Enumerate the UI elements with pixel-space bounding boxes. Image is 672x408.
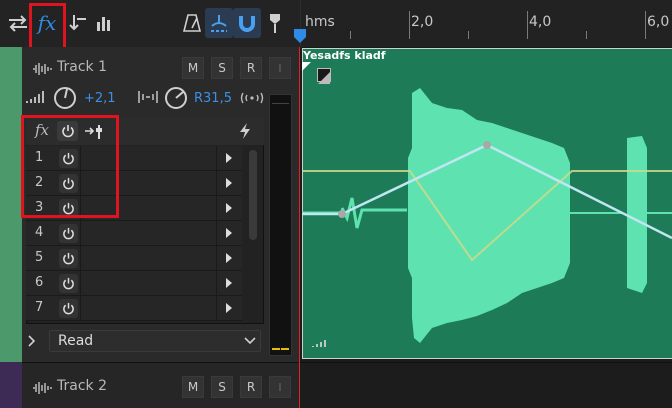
- fade-icon: [318, 72, 330, 84]
- ruler-tick: [645, 11, 646, 39]
- ruler-tick: [409, 11, 410, 39]
- fx-slot-number: 6: [35, 275, 44, 290]
- solo-button[interactable]: S: [211, 376, 233, 398]
- triangle-right-icon[interactable]: [225, 277, 233, 289]
- triangle-right-icon[interactable]: [225, 152, 233, 164]
- triangle-right-icon[interactable]: [225, 302, 233, 314]
- meter-divider: [272, 103, 289, 104]
- divider: [216, 246, 217, 271]
- divider: [80, 271, 81, 296]
- pan-value[interactable]: R31,5: [194, 91, 232, 106]
- track1-color-stripe: [0, 47, 22, 362]
- ruler-label: 6,0: [647, 14, 670, 30]
- pan-icon: [138, 91, 158, 103]
- clip-level-icon: [312, 340, 326, 347]
- track2-lane[interactable]: [300, 362, 672, 408]
- automation-mode-value: Read: [58, 333, 94, 349]
- fx-slot[interactable]: 7: [26, 296, 242, 321]
- fx-slot-power-button[interactable]: [59, 299, 78, 318]
- track2-color-stripe: [0, 362, 22, 408]
- divider: [80, 246, 81, 271]
- fx-slot-power-button[interactable]: [59, 224, 78, 243]
- fx-slot-number: 7: [35, 300, 44, 315]
- volume-value[interactable]: +2,1: [84, 91, 116, 106]
- divider: [216, 171, 217, 196]
- divider: [216, 271, 217, 296]
- ruler-unit: hms: [305, 14, 335, 30]
- fx-slot-number: 4: [35, 225, 44, 240]
- fx-rack-scroll-thumb[interactable]: [249, 150, 257, 240]
- input-monitor-button[interactable]: I: [269, 376, 291, 398]
- chevron-right-icon[interactable]: [28, 335, 36, 347]
- ruler-tick: [586, 31, 587, 39]
- ruler-tick: [527, 11, 528, 39]
- mute-button[interactable]: M: [182, 376, 204, 398]
- divider: [80, 221, 81, 246]
- divider: [216, 196, 217, 221]
- power-icon: [63, 227, 74, 240]
- clip-name[interactable]: Yesadfs kladf: [303, 49, 386, 62]
- arm-record-button[interactable]: R: [240, 376, 262, 398]
- fx-slot-power-button[interactable]: [59, 249, 78, 268]
- eq-bars-icon[interactable]: [90, 8, 118, 38]
- divider: [216, 146, 217, 171]
- divider: [216, 221, 217, 246]
- chevron-down-icon[interactable]: [244, 337, 256, 345]
- divider: [216, 296, 217, 321]
- power-icon: [63, 252, 74, 265]
- fx-slot[interactable]: 5: [26, 246, 242, 271]
- waveform-track-icon: [33, 63, 52, 75]
- marker-icon[interactable]: [261, 8, 289, 38]
- send-icon[interactable]: [64, 8, 92, 38]
- mute-button[interactable]: M: [182, 57, 204, 79]
- playhead-line[interactable]: [299, 47, 300, 408]
- power-icon: [63, 277, 74, 290]
- clip-waveform: [302, 88, 672, 343]
- input-monitor-button[interactable]: I: [269, 57, 291, 79]
- power-icon: [63, 302, 74, 315]
- ruler-label: 2,0: [411, 14, 434, 30]
- clip-fx-badge[interactable]: [317, 68, 331, 84]
- ruler-label: 4,0: [529, 14, 552, 30]
- metronome-icon[interactable]: [178, 8, 206, 38]
- triangle-right-icon[interactable]: [225, 252, 233, 264]
- triangle-right-icon[interactable]: [225, 227, 233, 239]
- level-meter: [269, 94, 292, 356]
- pan-knob[interactable]: [164, 86, 188, 110]
- playhead-handle[interactable]: [292, 28, 308, 44]
- fx-slot[interactable]: 6: [26, 271, 242, 296]
- arm-record-button[interactable]: R: [240, 57, 262, 79]
- triangle-right-icon[interactable]: [225, 177, 233, 189]
- timeline-ruler[interactable]: hms 2,0 4,0 6,0: [300, 0, 672, 47]
- triangle-right-icon[interactable]: [225, 202, 233, 214]
- ruler-tick: [350, 31, 351, 39]
- volume-icon: [26, 91, 44, 103]
- fx-slot-power-button[interactable]: [59, 274, 78, 293]
- meter-left-level: [272, 348, 280, 350]
- fade-in-handle[interactable]: [302, 62, 312, 72]
- ruler-tick: [468, 31, 469, 39]
- waveform-track-icon: [33, 382, 52, 394]
- track2-name[interactable]: Track 2: [57, 378, 107, 394]
- fx-slot-number: 5: [35, 250, 44, 265]
- magnet-icon[interactable]: [233, 8, 261, 38]
- fx-slots-highlight-box: [21, 115, 119, 218]
- track1-name[interactable]: Track 1: [57, 59, 107, 75]
- swap-icon[interactable]: [4, 8, 32, 38]
- divider: [80, 296, 81, 321]
- solo-button[interactable]: S: [211, 57, 233, 79]
- volume-knob[interactable]: [53, 86, 77, 110]
- fx-highlight-box: [29, 3, 66, 51]
- lightning-icon[interactable]: [238, 122, 252, 140]
- meter-right-level: [281, 348, 289, 350]
- timeline-snap-icon[interactable]: [205, 8, 233, 38]
- fx-slot[interactable]: 4: [26, 221, 242, 246]
- stereo-icon[interactable]: [240, 92, 264, 104]
